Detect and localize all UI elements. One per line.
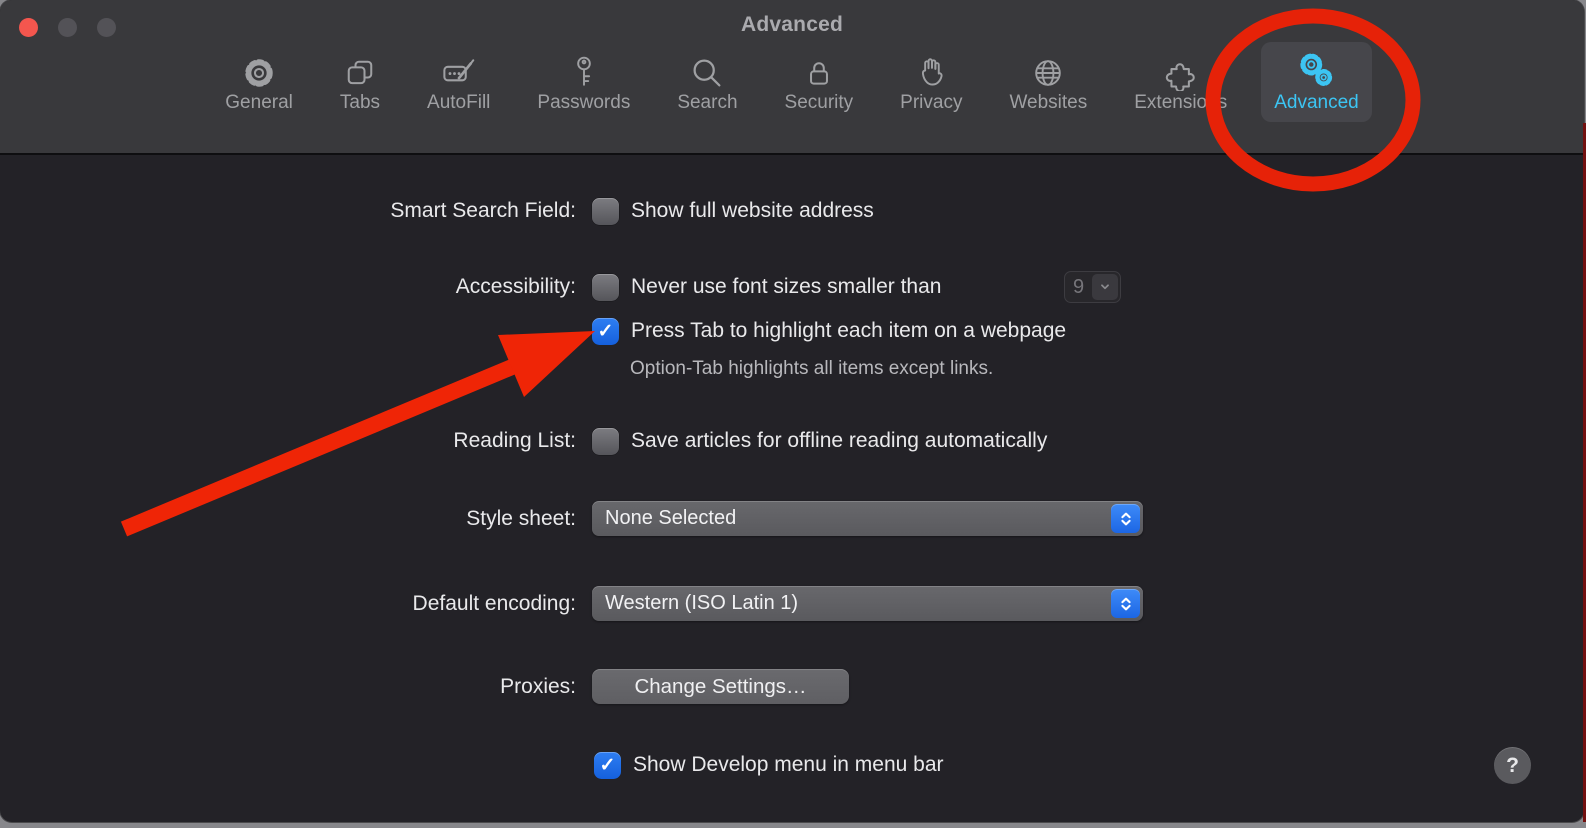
checkbox-option-label[interactable]: Show full website address xyxy=(631,199,874,223)
tab-advanced[interactable]: Advanced xyxy=(1261,42,1372,122)
tab-label: Security xyxy=(785,92,854,114)
default-encoding-label: Default encoding: xyxy=(0,586,576,621)
tab-label: Extensions xyxy=(1134,92,1227,114)
preferences-tab-bar: General Tabs xyxy=(0,42,1584,122)
press-tab-checkbox[interactable]: ✓ xyxy=(592,318,619,345)
offline-reading-checkbox[interactable] xyxy=(592,428,619,455)
style-sheet-value: None Selected xyxy=(592,507,1111,530)
checkbox-option-label[interactable]: Show Develop menu in menu bar xyxy=(633,753,944,777)
advanced-pane: Smart Search Field: Show full website ad… xyxy=(0,155,1584,822)
window-title: Advanced xyxy=(0,13,1584,37)
smart-search-row: Show full website address xyxy=(592,196,874,226)
develop-menu-checkbox[interactable]: ✓ xyxy=(594,752,621,779)
checkmark-icon: ✓ xyxy=(600,756,616,775)
globe-icon xyxy=(1030,49,1066,91)
tab-search[interactable]: Search xyxy=(664,42,750,122)
tab-label: Tabs xyxy=(340,92,380,114)
min-font-size-row: Never use font sizes smaller than xyxy=(592,272,941,302)
press-tab-note: Option-Tab highlights all items except l… xyxy=(630,358,993,380)
checkmark-icon: ✓ xyxy=(598,322,614,341)
puzzle-icon xyxy=(1162,49,1200,91)
tab-label: General xyxy=(225,92,293,114)
style-sheet-select[interactable]: None Selected xyxy=(592,501,1143,536)
tab-label: Passwords xyxy=(537,92,630,114)
checkbox-option-label[interactable]: Press Tab to highlight each item on a we… xyxy=(631,319,1066,343)
tab-tabs[interactable]: Tabs xyxy=(327,42,393,122)
magnifier-icon xyxy=(689,49,725,91)
gear-icon xyxy=(241,49,277,91)
tab-security[interactable]: Security xyxy=(772,42,867,122)
tab-label: Search xyxy=(677,92,737,114)
default-encoding-select[interactable]: Western (ISO Latin 1) xyxy=(592,586,1143,621)
gears-icon xyxy=(1296,49,1336,91)
checkbox-option-label[interactable]: Save articles for offline reading automa… xyxy=(631,429,1047,453)
tab-label: AutoFill xyxy=(427,92,490,114)
chevron-down-icon xyxy=(1092,274,1118,300)
develop-menu-row: ✓ Show Develop menu in menu bar xyxy=(594,750,944,780)
key-icon xyxy=(567,49,601,91)
min-font-size-value: 9 xyxy=(1065,276,1092,299)
press-tab-row: ✓ Press Tab to highlight each item on a … xyxy=(592,316,1066,346)
hand-icon xyxy=(914,49,948,91)
tab-label: Advanced xyxy=(1274,92,1359,114)
tab-label: Privacy xyxy=(900,92,962,114)
tabs-icon xyxy=(342,49,378,91)
tab-privacy[interactable]: Privacy xyxy=(887,42,975,122)
smart-search-field-label: Smart Search Field: xyxy=(0,196,576,226)
tab-passwords[interactable]: Passwords xyxy=(524,42,643,122)
checkbox-option-label[interactable]: Never use font sizes smaller than xyxy=(631,275,941,299)
tab-label: Websites xyxy=(1009,92,1087,114)
accessibility-label: Accessibility: xyxy=(0,272,576,302)
proxies-label: Proxies: xyxy=(0,669,576,704)
reading-list-row: Save articles for offline reading automa… xyxy=(592,426,1047,456)
safari-preferences-window: Advanced General xyxy=(0,0,1584,822)
tab-websites[interactable]: Websites xyxy=(996,42,1100,122)
lock-icon xyxy=(802,49,836,91)
autofill-icon xyxy=(440,49,478,91)
tab-general[interactable]: General xyxy=(212,42,306,122)
help-button[interactable]: ? xyxy=(1494,747,1531,784)
style-sheet-label: Style sheet: xyxy=(0,501,576,536)
toolbar: Advanced General xyxy=(0,0,1584,155)
show-full-address-checkbox[interactable] xyxy=(592,198,619,225)
default-encoding-value: Western (ISO Latin 1) xyxy=(592,592,1111,615)
min-font-size-select: 9 xyxy=(1064,271,1121,303)
min-font-size-checkbox[interactable] xyxy=(592,274,619,301)
updown-chevrons-icon xyxy=(1111,589,1140,618)
tab-extensions[interactable]: Extensions xyxy=(1121,42,1240,122)
tab-autofill[interactable]: AutoFill xyxy=(414,42,503,122)
reading-list-label: Reading List: xyxy=(0,426,576,456)
change-settings-button[interactable]: Change Settings… xyxy=(592,669,849,704)
updown-chevrons-icon xyxy=(1111,504,1140,533)
